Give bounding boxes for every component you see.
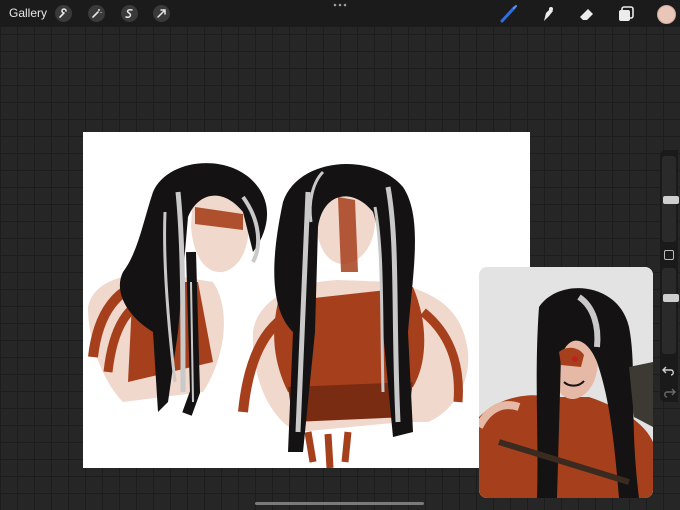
layers-icon[interactable] — [616, 4, 636, 24]
transform-arrow-icon — [157, 9, 166, 18]
brush-size-slider[interactable] — [662, 156, 679, 242]
artwork-sketch — [88, 163, 469, 468]
top-toolbar: Gallery — [0, 0, 680, 27]
brush-size-slider-thumb[interactable] — [663, 196, 679, 204]
drawing-canvas[interactable] — [83, 132, 530, 468]
redo-icon[interactable] — [662, 386, 676, 398]
reference-image-panel[interactable] — [479, 267, 653, 498]
color-picker-swatch[interactable] — [657, 5, 676, 24]
brush-sidebar — [660, 150, 679, 402]
home-indicator — [255, 502, 424, 505]
adjustments-button[interactable] — [88, 5, 105, 22]
smudge-icon[interactable] — [538, 4, 558, 24]
opacity-slider[interactable] — [662, 268, 679, 354]
brush-icon[interactable] — [499, 4, 519, 24]
modify-button[interactable] — [664, 250, 674, 260]
selection-button[interactable] — [121, 5, 138, 22]
undo-icon[interactable] — [662, 364, 676, 376]
magic-wand-icon — [92, 9, 102, 18]
transform-button[interactable] — [153, 5, 170, 22]
reference-image — [479, 267, 653, 498]
wrench-icon — [59, 8, 67, 18]
opacity-slider-thumb[interactable] — [663, 294, 679, 302]
gallery-button[interactable]: Gallery — [9, 6, 47, 20]
ellipsis-icon[interactable] — [333, 1, 347, 9]
eraser-icon[interactable] — [577, 4, 597, 24]
selection-icon — [125, 9, 133, 18]
actions-button[interactable] — [55, 5, 72, 22]
